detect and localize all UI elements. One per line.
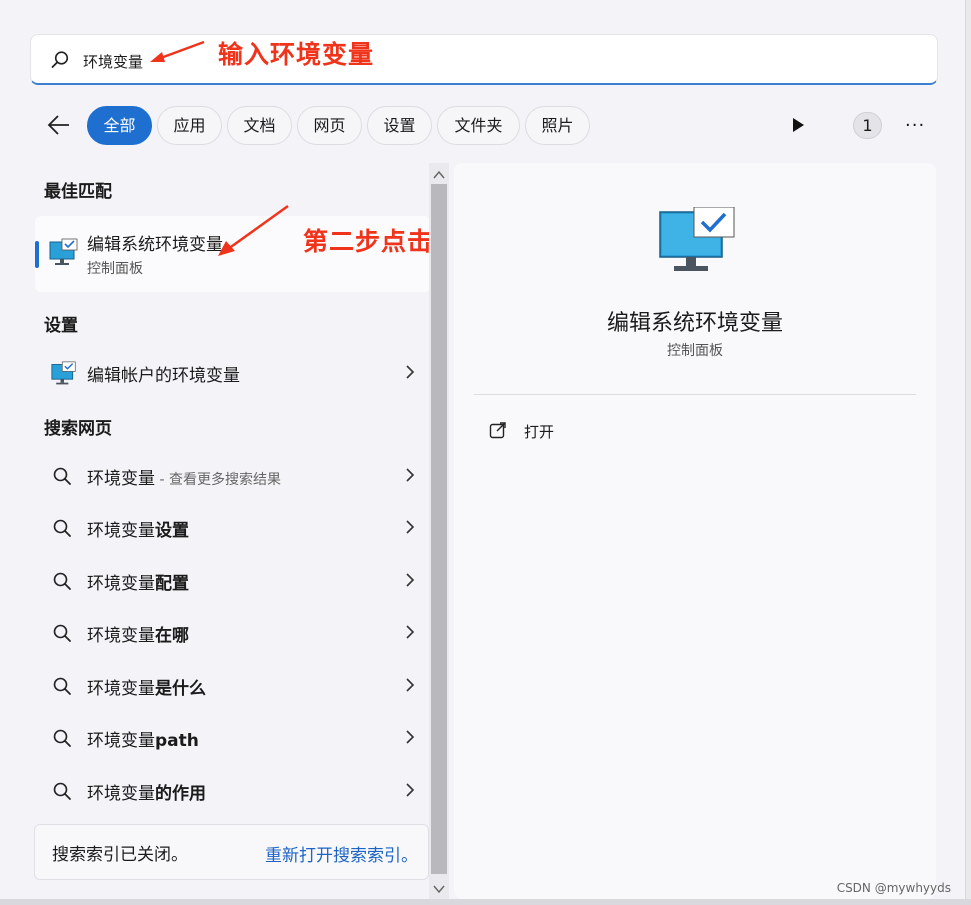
search-icon <box>53 624 71 642</box>
best-match-title: 编辑系统环境变量 <box>87 235 223 255</box>
chevron-right-icon <box>406 365 415 379</box>
scroll-up-icon[interactable] <box>433 170 445 180</box>
selection-indicator <box>35 241 39 268</box>
system-properties-icon <box>51 361 76 385</box>
system-properties-icon <box>49 238 78 265</box>
web-item[interactable]: 环境变量 - 查看更多搜索结果 <box>35 451 428 499</box>
web-item-bold: 配置 <box>155 574 189 594</box>
web-item[interactable]: 环境变量配置 <box>35 556 428 604</box>
search-icon <box>53 467 71 485</box>
best-match-heading: 最佳匹配 <box>44 182 112 202</box>
annotation-arrow-icon <box>150 40 205 62</box>
open-external-icon[interactable] <box>489 421 507 439</box>
search-index-notice: 搜索索引已关闭。 重新打开搜索索引。 <box>34 824 429 880</box>
tab-apps[interactable]: 应用 <box>157 106 222 145</box>
tab-documents[interactable]: 文档 <box>227 106 292 145</box>
open-action[interactable]: 打开 <box>524 421 554 442</box>
web-item-bold: 的作用 <box>155 784 206 804</box>
settings-item-label: 编辑帐户的环境变量 <box>87 366 240 386</box>
more-options-icon[interactable]: ··· <box>905 117 925 135</box>
web-item-text: 环境变量 <box>87 521 155 541</box>
chevron-right-icon <box>406 783 415 797</box>
play-icon[interactable] <box>790 117 806 133</box>
web-item[interactable]: 环境变量path <box>35 713 428 761</box>
background-strip <box>0 899 971 905</box>
web-item[interactable]: 环境变量在哪 <box>35 608 428 656</box>
web-item[interactable]: 环境变量的作用 <box>35 766 428 814</box>
reopen-index-link[interactable]: 重新打开搜索索引。 <box>265 841 418 866</box>
settings-heading: 设置 <box>44 316 78 336</box>
search-icon <box>53 572 71 590</box>
chevron-right-icon <box>406 730 415 744</box>
web-item[interactable]: 环境变量设置 <box>35 503 428 551</box>
search-icon <box>53 729 71 747</box>
annotation-step2: 第二步点击 <box>303 227 434 256</box>
chevron-right-icon <box>406 520 415 534</box>
tab-web[interactable]: 网页 <box>297 106 362 145</box>
detail-subtitle: 控制面板 <box>667 343 723 359</box>
web-item-text: 环境变量 <box>87 784 155 804</box>
scroll-down-icon[interactable] <box>433 884 445 894</box>
web-item-text: 环境变量 <box>87 731 155 751</box>
search-icon <box>53 782 71 800</box>
system-properties-icon <box>659 207 735 271</box>
tab-all[interactable]: 全部 <box>87 106 152 145</box>
chevron-right-icon <box>406 625 415 639</box>
scrollbar-thumb[interactable] <box>431 184 447 874</box>
search-icon <box>51 51 69 68</box>
detail-pane: 编辑系统环境变量 控制面板 打开 <box>454 163 936 899</box>
tab-settings[interactable]: 设置 <box>367 106 432 145</box>
tab-photos[interactable]: 照片 <box>525 106 590 145</box>
web-item-bold: path <box>155 731 199 751</box>
web-item-text: 环境变量 <box>87 626 155 646</box>
search-window: 环境变量 输入环境变量 全部 应用 文档 网页 设置 文件夹 照片 1 ··· … <box>0 0 966 905</box>
web-item-text: 环境变量 <box>87 679 155 699</box>
web-item-hint: - 查看更多搜索结果 <box>155 472 281 488</box>
web-item-text: 环境变量 <box>87 469 155 489</box>
tab-folders[interactable]: 文件夹 <box>437 106 520 145</box>
web-item-text: 环境变量 <box>87 574 155 594</box>
annotation-arrow-icon <box>218 204 289 256</box>
search-icon <box>53 519 71 537</box>
web-search-heading: 搜索网页 <box>44 419 112 439</box>
web-item-bold: 设置 <box>155 521 189 541</box>
window-edge <box>966 0 971 905</box>
search-query[interactable]: 环境变量 <box>83 51 143 72</box>
annotation-step1: 输入环境变量 <box>218 40 375 69</box>
chevron-right-icon <box>406 573 415 587</box>
search-icon <box>53 677 71 695</box>
settings-item-account-env[interactable]: 编辑帐户的环境变量 <box>35 348 428 396</box>
chevron-right-icon <box>406 468 415 482</box>
web-item-bold: 在哪 <box>155 626 189 646</box>
back-arrow-icon[interactable] <box>46 113 72 137</box>
watermark: CSDN @mywhyyds <box>836 881 951 895</box>
points-badge[interactable]: 1 <box>853 112 882 139</box>
web-item[interactable]: 环境变量是什么 <box>35 661 428 709</box>
divider <box>474 394 916 395</box>
web-item-bold: 是什么 <box>155 679 206 699</box>
index-off-text: 搜索索引已关闭。 <box>52 845 188 865</box>
best-match-subtitle: 控制面板 <box>87 261 143 277</box>
chevron-right-icon <box>406 678 415 692</box>
detail-title: 编辑系统环境变量 <box>606 311 783 336</box>
